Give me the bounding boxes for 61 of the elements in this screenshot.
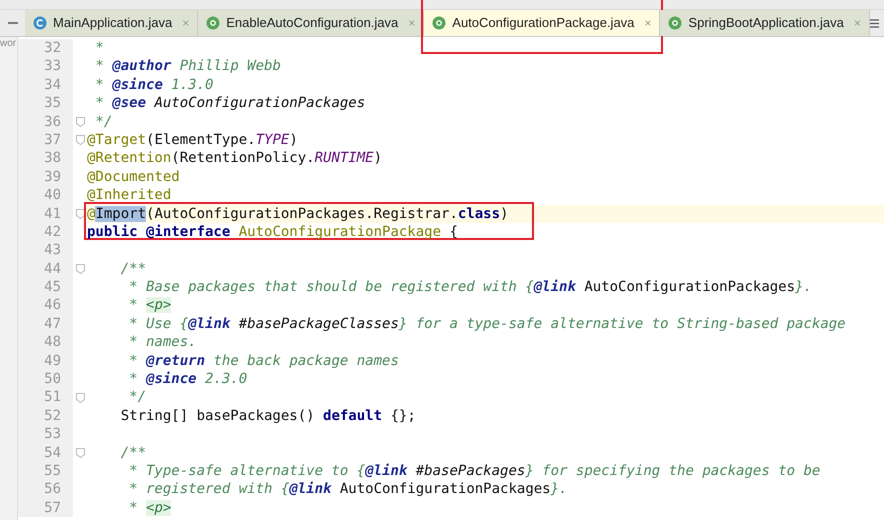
line-number: 51 — [44, 388, 61, 407]
code-line: */ — [94, 112, 112, 131]
code-line: * @author Phillip Webb — [94, 57, 281, 76]
line-number: 36 — [44, 112, 61, 131]
tab-list-icon[interactable] — [870, 18, 879, 28]
code-line: * — [94, 39, 104, 58]
code-line: * Base packages that should be registered with {@link AutoConfigurationPackages}. — [128, 278, 812, 296]
annotation-icon — [668, 16, 682, 30]
line-number: 33 — [44, 57, 61, 76]
line-number: 40 — [44, 186, 61, 205]
code-line: * Type-safe alternative to {@link #basePackages} for specifying the packages to be — [128, 462, 820, 480]
line-number: 47 — [44, 314, 61, 334]
line-number: 42 — [44, 222, 61, 242]
line-number: 52 — [44, 406, 61, 426]
code-line: public @interface AutoConfigurationPackage { — [87, 222, 458, 242]
editor-tab[interactable]: EnableAutoConfiguration.java × — [198, 10, 424, 36]
code-line: * <p> — [128, 296, 172, 315]
fold-icon[interactable] — [76, 208, 84, 219]
code-line: String[] basePackages() default {}; — [120, 406, 416, 426]
collapse-icon[interactable] — [8, 21, 18, 25]
line-number: 44 — [44, 260, 61, 278]
line-number: 49 — [44, 352, 61, 370]
line-number: 39 — [44, 168, 61, 186]
class-icon — [33, 16, 47, 30]
code-line: * registered with {@link AutoConfigurationPackages}. — [128, 480, 568, 499]
code-line: @Documented — [87, 168, 180, 186]
editor-tab[interactable]: AutoConfigurationPackage.java × — [424, 10, 660, 36]
line-number: 38 — [44, 149, 61, 168]
annotation-icon — [432, 16, 446, 30]
line-number: 41 — [44, 204, 61, 223]
line-number: 32 — [44, 39, 61, 58]
line-number: 55 — [44, 462, 61, 480]
code-line: @Target(ElementType.TYPE) — [87, 130, 298, 150]
code-line: /** — [120, 444, 146, 462]
panel-label: wor — [0, 38, 17, 50]
code-line: /** — [120, 260, 146, 278]
code-line: * @return the back package names — [128, 352, 399, 370]
line-number: 48 — [44, 333, 61, 352]
annotation-icon — [206, 16, 220, 30]
line-number: 45 — [44, 278, 61, 296]
line-number: 50 — [44, 370, 61, 388]
line-number: 46 — [44, 296, 61, 315]
line-number: 43 — [44, 241, 61, 260]
code-line: * @see AutoConfigurationPackages — [94, 94, 366, 113]
line-number: 57 — [44, 498, 61, 518]
code-line: * Use {@link #basePackageClasses} for a type-safe alternative to String-based package — [128, 314, 846, 334]
line-number: 56 — [44, 480, 61, 499]
line-number: 37 — [44, 130, 61, 150]
line-number: 53 — [44, 425, 61, 444]
code-line: * <p> — [128, 498, 172, 518]
editor-tab[interactable]: SpringBootApplication.java × — [660, 10, 870, 36]
code-line: @Inherited — [87, 186, 172, 205]
code-line: * @since 1.3.0 — [94, 76, 214, 94]
editor-tab[interactable]: MainApplication.java × — [25, 10, 198, 36]
line-number: 35 — [44, 94, 61, 113]
line-number: 54 — [44, 444, 61, 462]
code-line: * names. — [128, 333, 197, 352]
code-line: * @since 2.3.0 — [128, 370, 248, 388]
line-number: 34 — [44, 76, 61, 94]
code-line: */ — [128, 388, 146, 407]
code-line: @Retention(RetentionPolicy.RUNTIME) — [87, 149, 382, 168]
